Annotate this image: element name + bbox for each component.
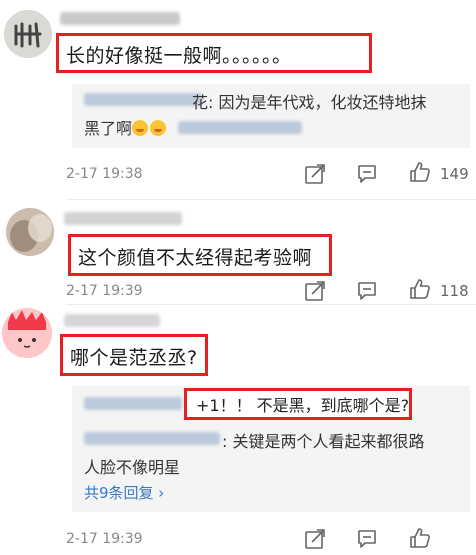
divider [66, 199, 476, 200]
reply-username[interactable] [84, 93, 202, 106]
reply-text: : 关键是两个人看起来都很路 [222, 432, 425, 451]
like-icon[interactable] [408, 277, 432, 301]
comment-icon[interactable] [356, 280, 378, 302]
username[interactable] [60, 12, 180, 25]
reply-text-line2: 黑了啊 [84, 115, 168, 139]
divider [66, 304, 476, 305]
smile-emoji-icon [150, 120, 167, 136]
more-replies-link[interactable]: 共9条回复 › [84, 482, 164, 503]
username[interactable] [64, 212, 182, 225]
avatar[interactable] [4, 10, 52, 58]
like-icon[interactable] [408, 160, 432, 184]
avatar[interactable] [2, 308, 52, 358]
like-icon[interactable] [408, 526, 432, 550]
comment-icon[interactable] [356, 528, 378, 550]
share-icon[interactable] [304, 163, 326, 185]
like-count: 118 [440, 282, 469, 300]
smile-emoji-icon [132, 120, 149, 136]
reply-text-line2: 人脸不像明星 [84, 458, 181, 477]
share-icon[interactable] [304, 280, 326, 302]
timestamp: 2-17 19:38 [66, 166, 143, 182]
timestamp: 2-17 19:39 [66, 283, 143, 299]
share-icon[interactable] [304, 528, 326, 550]
like-count: 149 [440, 165, 469, 183]
reply-text: +1！！ 不是黑，到底哪个是? [196, 396, 410, 415]
reply-username[interactable] [84, 432, 220, 445]
username[interactable] [64, 314, 160, 327]
comment-icon[interactable] [356, 163, 378, 185]
comment-text: 这个颜值不太经得起考验啊 [78, 247, 313, 269]
comment-text: 长的好像挺一般啊。。。。。。 [66, 45, 292, 67]
reply-username[interactable] [178, 121, 302, 134]
comment-text: 哪个是范丞丞? [70, 347, 198, 369]
timestamp: 2-17 19:39 [66, 531, 143, 547]
reply-text: 花: 因为是年代戏，化妆还特地抹 [192, 93, 427, 112]
reply-username[interactable] [84, 397, 182, 410]
avatar[interactable] [6, 208, 54, 256]
